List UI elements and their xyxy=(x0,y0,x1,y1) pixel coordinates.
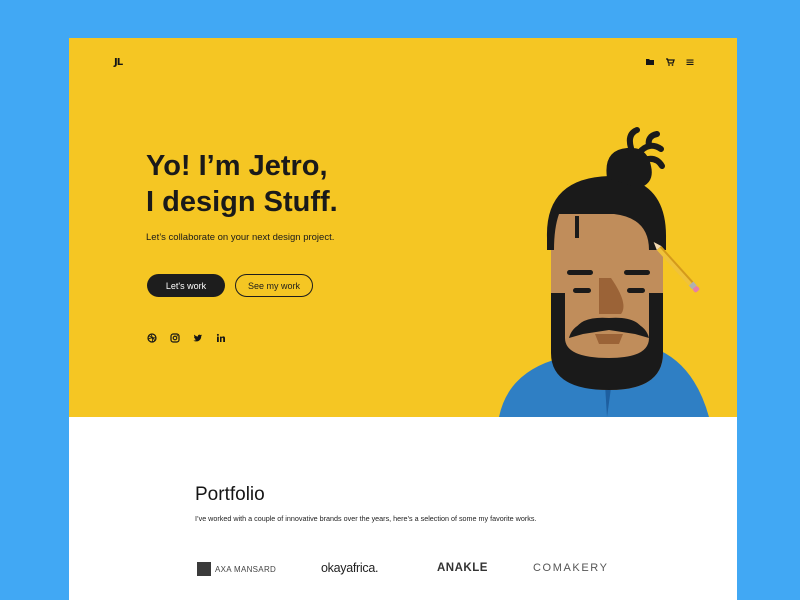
axa-logo-icon xyxy=(197,562,211,576)
brand-comakery[interactable]: COMAKERY xyxy=(533,558,609,578)
brand-axa-label: AXA MANSARD xyxy=(215,564,277,574)
hero-section: JL Yo! I’m Jetro, I design Stuff. Let’s … xyxy=(69,38,737,417)
brand-okayafrica[interactable]: okayafrica. xyxy=(321,558,378,578)
menu-icon[interactable] xyxy=(685,57,695,67)
site-logo[interactable]: JL xyxy=(114,57,123,68)
dribbble-icon[interactable] xyxy=(147,333,157,343)
lets-work-button[interactable]: Let's work xyxy=(147,274,225,297)
top-nav xyxy=(645,57,695,67)
portfolio-title: Portfolio xyxy=(195,484,265,505)
brand-axa-mansard[interactable]: AXA MANSARD xyxy=(197,559,276,579)
portfolio-description: I’ve worked with a couple of innovative … xyxy=(195,514,537,523)
avatar-illustration xyxy=(499,127,709,417)
instagram-icon[interactable] xyxy=(170,333,180,343)
cart-icon[interactable] xyxy=(665,57,675,67)
see-my-work-button[interactable]: See my work xyxy=(235,274,313,297)
landing-page: JL Yo! I’m Jetro, I design Stuff. Let’s … xyxy=(69,38,737,600)
headline-line-1: Yo! I’m Jetro, xyxy=(146,150,328,182)
headline-line-2: I design Stuff. xyxy=(146,186,338,218)
twitter-icon[interactable] xyxy=(193,333,203,343)
social-links xyxy=(147,333,226,343)
brand-anakle[interactable]: ANAKLE xyxy=(437,558,488,578)
folder-icon[interactable] xyxy=(645,57,655,67)
brand-logos: AXA MANSARD okayafrica. ANAKLE COMAKERY xyxy=(69,558,737,580)
linkedin-icon[interactable] xyxy=(216,333,226,343)
hero-subtitle: Let’s collaborate on your next design pr… xyxy=(146,232,335,243)
hero-headline: Yo! I’m Jetro, I design Stuff. xyxy=(146,148,338,220)
